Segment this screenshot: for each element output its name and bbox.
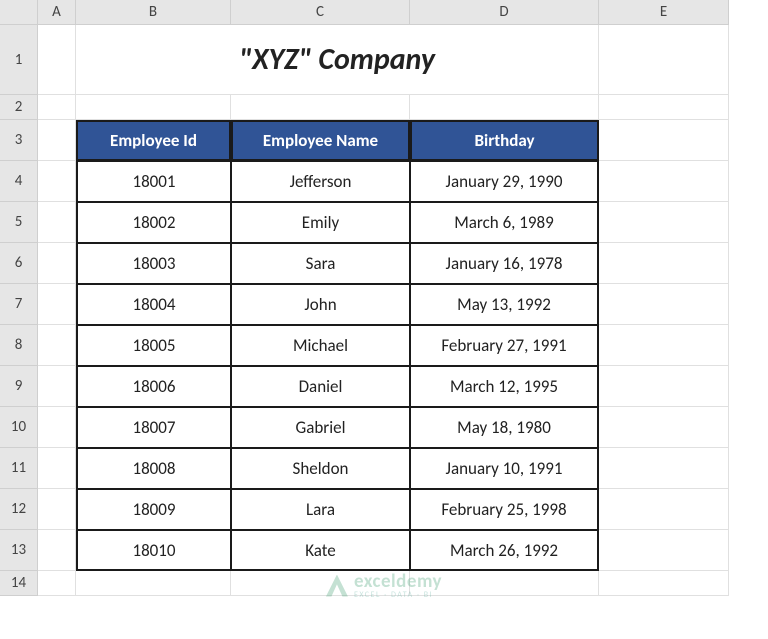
table-row[interactable]: 18002 <box>76 202 231 243</box>
cell-e4[interactable] <box>599 161 729 202</box>
cell-a13[interactable] <box>38 530 76 571</box>
table-row[interactable]: Sheldon <box>231 448 410 489</box>
col-header-d[interactable]: D <box>410 0 599 25</box>
page-title[interactable]: "XYZ" Company <box>76 25 599 95</box>
cell-e6[interactable] <box>599 243 729 284</box>
cell-e1[interactable] <box>599 25 729 95</box>
table-row[interactable]: January 10, 1991 <box>410 448 599 489</box>
table-row[interactable]: 18004 <box>76 284 231 325</box>
watermark: exceldemy EXCEL · DATA · BI <box>326 572 442 599</box>
table-row[interactable]: 18003 <box>76 243 231 284</box>
cell-e3[interactable] <box>599 120 729 161</box>
cell-b2[interactable] <box>76 95 231 120</box>
row-header-5[interactable]: 5 <box>0 202 38 243</box>
row-header-6[interactable]: 6 <box>0 243 38 284</box>
row-header-14[interactable]: 14 <box>0 571 38 596</box>
table-row[interactable]: May 18, 1980 <box>410 407 599 448</box>
watermark-main: exceldemy <box>354 572 442 591</box>
table-row[interactable]: Daniel <box>231 366 410 407</box>
table-row[interactable]: Emily <box>231 202 410 243</box>
cell-d2[interactable] <box>410 95 599 120</box>
table-row[interactable]: March 12, 1995 <box>410 366 599 407</box>
table-row[interactable]: February 25, 1998 <box>410 489 599 530</box>
table-row[interactable]: John <box>231 284 410 325</box>
table-row[interactable]: 18005 <box>76 325 231 366</box>
cell-b14[interactable] <box>76 571 231 596</box>
table-header-name[interactable]: Employee Name <box>231 120 410 161</box>
cell-a14[interactable] <box>38 571 76 596</box>
table-row[interactable]: Kate <box>231 530 410 571</box>
row-header-11[interactable]: 11 <box>0 448 38 489</box>
cell-e2[interactable] <box>599 95 729 120</box>
cell-e8[interactable] <box>599 325 729 366</box>
cell-a7[interactable] <box>38 284 76 325</box>
cell-a10[interactable] <box>38 407 76 448</box>
col-header-e[interactable]: E <box>599 0 729 25</box>
cell-e13[interactable] <box>599 530 729 571</box>
cell-a8[interactable] <box>38 325 76 366</box>
table-row[interactable]: 18008 <box>76 448 231 489</box>
table-row[interactable]: January 29, 1990 <box>410 161 599 202</box>
cell-a12[interactable] <box>38 489 76 530</box>
cell-e5[interactable] <box>599 202 729 243</box>
row-header-9[interactable]: 9 <box>0 366 38 407</box>
cell-a3[interactable] <box>38 120 76 161</box>
select-all-corner[interactable] <box>0 0 38 25</box>
row-header-2[interactable]: 2 <box>0 95 38 120</box>
cell-a2[interactable] <box>38 95 76 120</box>
cell-e10[interactable] <box>599 407 729 448</box>
cell-c2[interactable] <box>231 95 410 120</box>
table-row[interactable]: Jefferson <box>231 161 410 202</box>
cell-a5[interactable] <box>38 202 76 243</box>
cell-e9[interactable] <box>599 366 729 407</box>
table-row[interactable]: 18001 <box>76 161 231 202</box>
table-row[interactable]: February 27, 1991 <box>410 325 599 366</box>
row-header-10[interactable]: 10 <box>0 407 38 448</box>
row-header-7[interactable]: 7 <box>0 284 38 325</box>
col-header-c[interactable]: C <box>231 0 410 25</box>
table-row[interactable]: Gabriel <box>231 407 410 448</box>
cell-a11[interactable] <box>38 448 76 489</box>
table-header-bday[interactable]: Birthday <box>410 120 599 161</box>
spreadsheet-grid: A B C D E 1 "XYZ" Company 2 3 Employee I… <box>0 0 768 596</box>
row-header-8[interactable]: 8 <box>0 325 38 366</box>
cell-a6[interactable] <box>38 243 76 284</box>
cell-e11[interactable] <box>599 448 729 489</box>
table-row[interactable]: Michael <box>231 325 410 366</box>
row-header-12[interactable]: 12 <box>0 489 38 530</box>
cell-e12[interactable] <box>599 489 729 530</box>
cell-e7[interactable] <box>599 284 729 325</box>
cell-a4[interactable] <box>38 161 76 202</box>
row-header-1[interactable]: 1 <box>0 25 38 95</box>
row-header-4[interactable]: 4 <box>0 161 38 202</box>
table-row[interactable]: January 16, 1978 <box>410 243 599 284</box>
table-row[interactable]: 18009 <box>76 489 231 530</box>
watermark-text: exceldemy EXCEL · DATA · BI <box>354 572 442 599</box>
table-row[interactable]: Lara <box>231 489 410 530</box>
table-row[interactable]: March 6, 1989 <box>410 202 599 243</box>
table-row[interactable]: March 26, 1992 <box>410 530 599 571</box>
cell-a1[interactable] <box>38 25 76 95</box>
table-row[interactable]: Sara <box>231 243 410 284</box>
watermark-sub: EXCEL · DATA · BI <box>354 591 442 599</box>
logo-icon <box>326 575 348 597</box>
row-header-3[interactable]: 3 <box>0 120 38 161</box>
col-header-b[interactable]: B <box>76 0 231 25</box>
row-header-13[interactable]: 13 <box>0 530 38 571</box>
table-row[interactable]: 18007 <box>76 407 231 448</box>
col-header-a[interactable]: A <box>38 0 76 25</box>
table-row[interactable]: 18010 <box>76 530 231 571</box>
table-row[interactable]: May 13, 1992 <box>410 284 599 325</box>
table-header-id[interactable]: Employee Id <box>76 120 231 161</box>
cell-e14[interactable] <box>599 571 729 596</box>
cell-a9[interactable] <box>38 366 76 407</box>
table-row[interactable]: 18006 <box>76 366 231 407</box>
